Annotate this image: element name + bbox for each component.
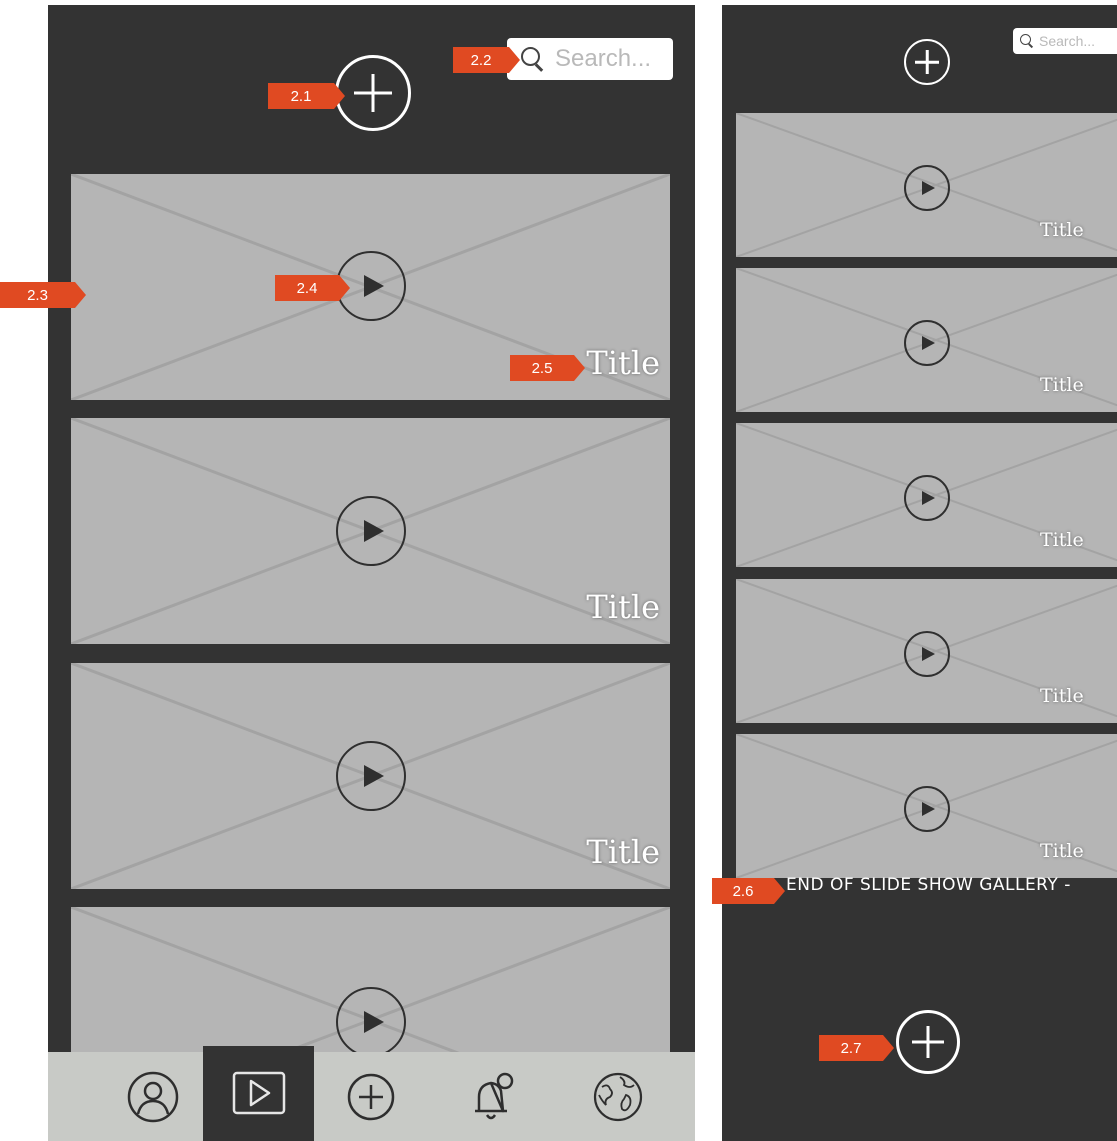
search-icon [521, 47, 545, 72]
globe-icon [593, 1072, 643, 1121]
play-button[interactable] [336, 987, 406, 1057]
play-icon [363, 275, 384, 297]
gallery-screen-end: #phone-right .add-small::before { width:… [722, 5, 1117, 1141]
play-button[interactable] [336, 741, 406, 811]
video-card[interactable]: Title [736, 113, 1117, 257]
bottom-add-button[interactable] [896, 1010, 960, 1074]
play-button[interactable] [336, 496, 406, 566]
video-title: Title [1040, 840, 1084, 862]
gallery-screen-main: #phone-left .add-circle::before { width:… [48, 5, 695, 1141]
add-button[interactable] [335, 55, 411, 131]
video-card[interactable]: Title [736, 734, 1117, 878]
play-button[interactable] [904, 320, 950, 366]
annotation-marker-2-3: 2.3 [0, 282, 86, 308]
video-title: Title [1040, 685, 1084, 707]
search-placeholder: Search... [1039, 33, 1096, 49]
search-input[interactable]: Search... [507, 38, 673, 80]
video-card[interactable]: Title [71, 663, 670, 889]
nav-profile[interactable] [98, 1052, 208, 1141]
nav-videos[interactable] [203, 1046, 314, 1141]
search-icon [1020, 34, 1034, 48]
video-title: Title [1040, 374, 1084, 396]
notification-bell-icon [475, 1072, 514, 1119]
video-title: Title [586, 833, 660, 871]
play-button[interactable] [904, 475, 950, 521]
annotation-marker-2-2: 2.2 [453, 47, 520, 73]
annotation-marker-2-7: 2.7 [819, 1035, 894, 1061]
profile-icon [127, 1071, 179, 1122]
add-button[interactable] [904, 39, 950, 85]
video-card[interactable]: Title [736, 268, 1117, 412]
search-input[interactable]: Search... [1013, 28, 1117, 54]
play-button[interactable] [904, 165, 950, 211]
video-title: Title [1040, 529, 1084, 551]
play-icon [922, 802, 935, 816]
annotation-marker-2-4: 2.4 [275, 275, 350, 301]
annotation-marker-2-1: 2.1 [268, 83, 345, 109]
add-icon [347, 1073, 395, 1120]
play-icon [232, 1071, 285, 1114]
video-card[interactable]: Title [736, 423, 1117, 567]
annotation-marker-2-6: 2.6 [712, 878, 785, 904]
play-icon [363, 520, 384, 542]
nav-add[interactable] [316, 1052, 426, 1141]
play-icon [922, 647, 935, 661]
play-icon [922, 491, 935, 505]
nav-notifications[interactable] [438, 1052, 548, 1141]
play-button[interactable] [904, 786, 950, 832]
video-title: Title [1040, 219, 1084, 241]
video-title: Title [586, 588, 660, 626]
end-of-gallery-text: END OF SLIDE SHOW GALLERY - [786, 875, 1071, 895]
play-button[interactable] [904, 631, 950, 677]
annotation-marker-2-5: 2.5 [510, 355, 585, 381]
play-icon [922, 336, 935, 350]
play-icon [363, 1011, 384, 1033]
play-icon [922, 181, 935, 195]
video-card[interactable]: Title [736, 579, 1117, 723]
nav-explore[interactable] [563, 1052, 673, 1141]
video-card[interactable]: Title [71, 418, 670, 644]
play-icon [363, 765, 384, 787]
search-placeholder: Search... [555, 45, 652, 72]
bottom-navigation-bar [48, 1046, 695, 1141]
video-title: Title [586, 344, 660, 382]
